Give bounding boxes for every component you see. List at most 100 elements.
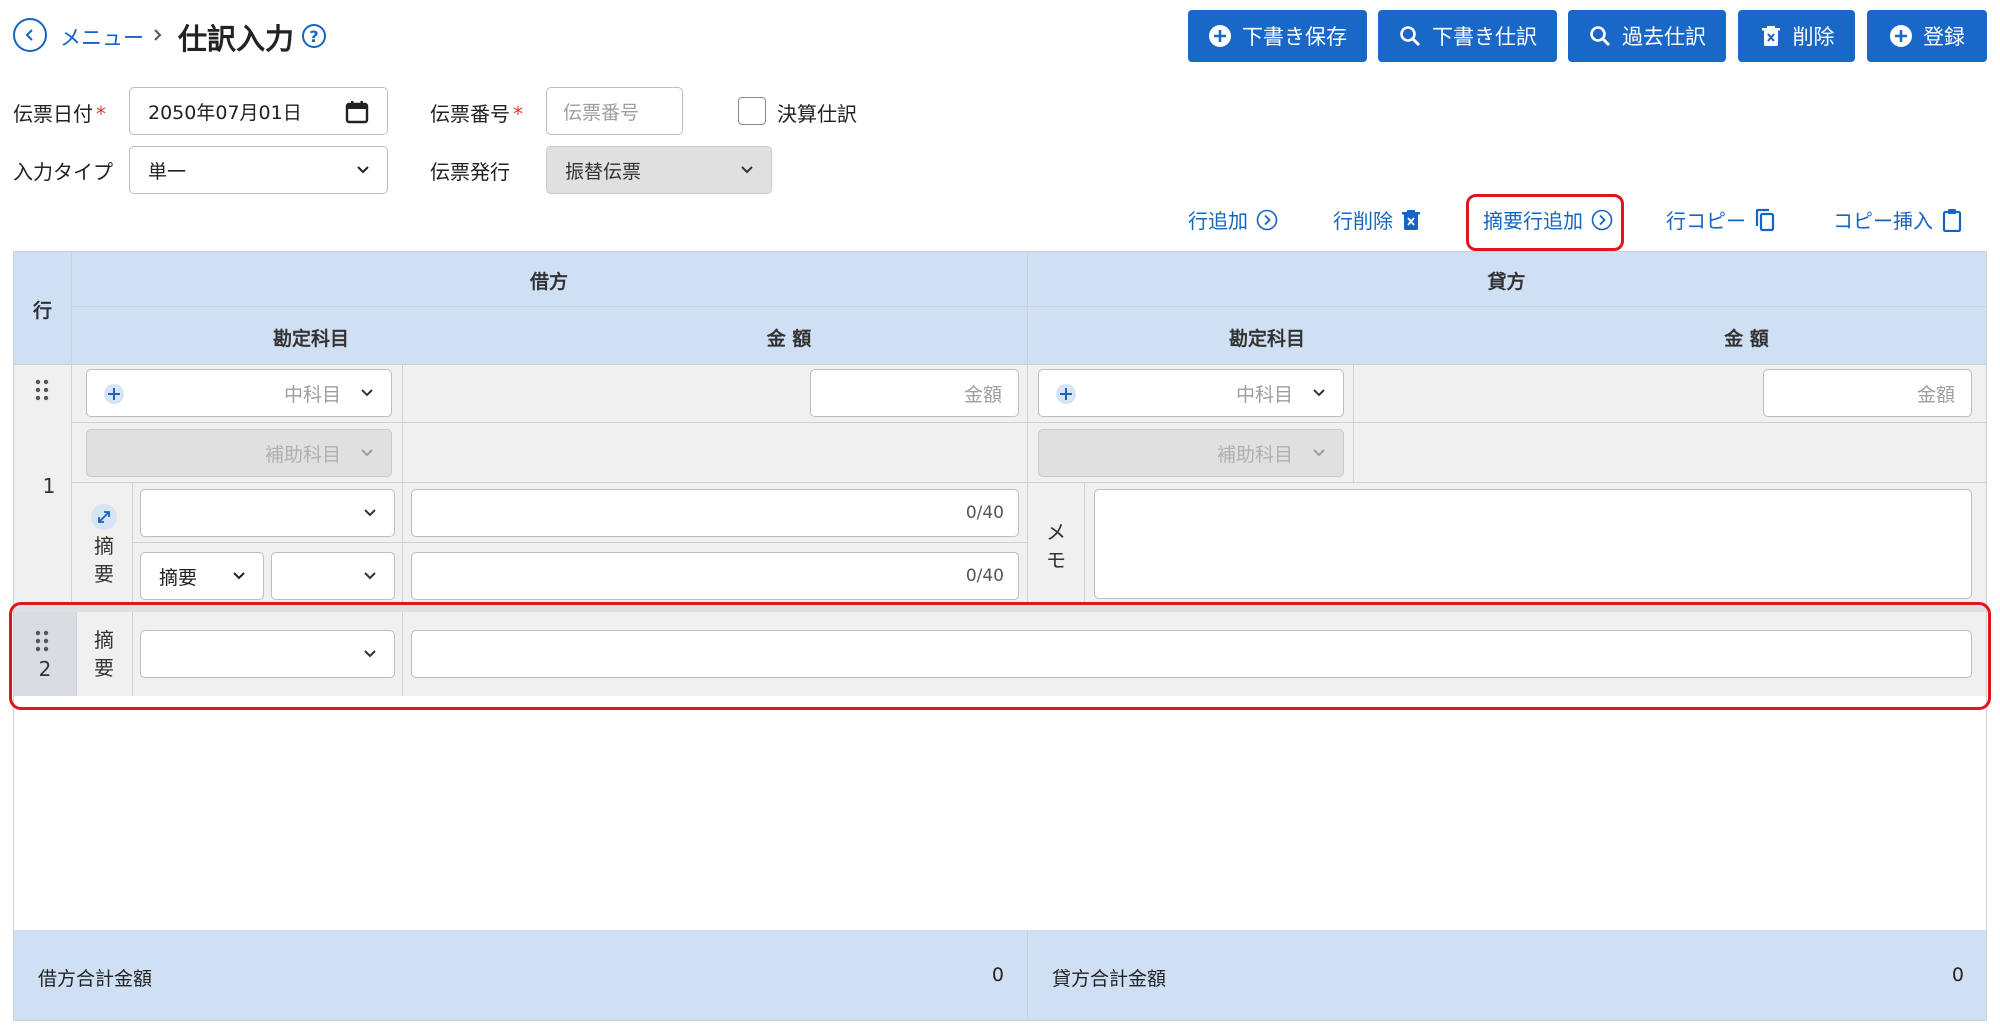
- breadcrumb-menu-link[interactable]: メニュー: [60, 22, 144, 52]
- debit-sub-account-select: 補助科目: [86, 429, 392, 477]
- closing-checkbox[interactable]: [738, 97, 766, 125]
- debit-account-select[interactable]: 中科目: [86, 369, 392, 417]
- chevron-down-icon: [1313, 389, 1325, 397]
- date-value: 2050年07月01日: [148, 101, 302, 124]
- trash-icon: [1402, 209, 1420, 230]
- register-button[interactable]: 登録: [1867, 10, 1987, 62]
- copy-row-button[interactable]: 行コピー: [1666, 205, 1776, 234]
- row-number: 1: [42, 474, 56, 498]
- row-header: 行: [32, 300, 52, 322]
- delete-label: 削除: [1792, 25, 1835, 49]
- credit-account-select[interactable]: 中科目: [1038, 369, 1344, 417]
- clipboard-icon: [1942, 208, 1962, 232]
- draft-journal-button[interactable]: 下書き仕訳: [1378, 10, 1557, 62]
- drag-handle-icon[interactable]: [34, 379, 50, 401]
- past-journal-button[interactable]: 過去仕訳: [1568, 10, 1726, 62]
- breadcrumb-separator-icon: [154, 29, 162, 41]
- issue-value: 振替伝票: [565, 160, 642, 183]
- debit-account-header: 勘定科目: [272, 328, 349, 350]
- draft-save-label: 下書き保存: [1242, 25, 1347, 49]
- number-label: 伝票番号 *: [430, 102, 523, 126]
- register-label: 登録: [1923, 25, 1965, 49]
- help-icon[interactable]: ?: [302, 24, 326, 48]
- memo-textarea[interactable]: [1094, 489, 1972, 599]
- credit-header: 貸方: [1487, 271, 1526, 293]
- credit-amount-input[interactable]: 金額: [1763, 369, 1972, 417]
- credit-middle-account-placeholder: 中科目: [1235, 383, 1293, 406]
- trash-icon: [1761, 26, 1780, 46]
- summary-text-input-1[interactable]: 0/40: [411, 489, 1019, 537]
- draft-save-button[interactable]: 下書き保存: [1188, 10, 1367, 62]
- chevron-down-icon: [357, 166, 369, 174]
- delete-row-label: 行削除: [1333, 209, 1393, 233]
- chevron-left-icon: [25, 29, 33, 41]
- chevron-down-icon: [1313, 449, 1325, 457]
- chevron-down-icon: [233, 572, 245, 580]
- summary-type-select[interactable]: 摘要: [140, 552, 264, 600]
- credit-account-header: 勘定科目: [1228, 328, 1305, 350]
- debit-amount-placeholder: 金額: [963, 383, 1002, 406]
- chevron-down-icon: [741, 166, 753, 174]
- debit-header: 借方: [529, 271, 568, 293]
- chevron-down-icon: [364, 572, 376, 580]
- search-icon: [1590, 26, 1611, 47]
- plus-circle-icon: [1209, 25, 1231, 47]
- delete-row-button[interactable]: 行削除: [1333, 205, 1421, 234]
- issue-label: 伝票発行: [430, 160, 510, 184]
- summary-label: 摘要: [94, 534, 114, 586]
- credit-amount-header: 金 額: [1724, 328, 1769, 350]
- debit-total-value: 0: [991, 964, 1004, 986]
- summary-select-1[interactable]: [140, 489, 395, 537]
- credit-total-value: 0: [1951, 964, 1964, 986]
- input-type-value: 単一: [148, 160, 187, 183]
- plus-icon[interactable]: [1055, 383, 1077, 405]
- debit-amount-input[interactable]: 金額: [810, 369, 1019, 417]
- chevron-down-icon: [361, 449, 373, 457]
- add-row-button[interactable]: 行追加: [1188, 205, 1278, 234]
- credit-total-label: 貸方合計金額: [1052, 968, 1167, 990]
- add-summary-row-label: 摘要行追加: [1483, 209, 1583, 233]
- page-title: 仕訳入力: [178, 22, 295, 56]
- date-label: 伝票日付 *: [13, 102, 106, 126]
- copy-row-label: 行コピー: [1666, 209, 1746, 233]
- chevron-down-icon: [361, 389, 373, 397]
- debit-amount-header: 金 額: [766, 328, 812, 350]
- past-journal-label: 過去仕訳: [1622, 25, 1706, 49]
- input-type-label: 入力タイプ: [13, 160, 113, 184]
- memo-label: メモ: [1046, 520, 1066, 572]
- circle-chevron-right-icon: [1256, 209, 1278, 230]
- closing-label: 決算仕訳: [777, 102, 857, 126]
- number-placeholder: 伝票番号: [563, 101, 640, 124]
- copy-insert-label: コピー挿入: [1833, 209, 1933, 233]
- credit-sub-account-placeholder: 補助科目: [1216, 443, 1293, 466]
- credit-amount-placeholder: 金額: [1916, 383, 1955, 406]
- expand-icon[interactable]: [91, 504, 117, 530]
- credit-sub-account-select: 補助科目: [1038, 429, 1344, 477]
- summary-text-input-2[interactable]: 0/40: [411, 552, 1019, 600]
- plus-icon[interactable]: [103, 383, 125, 405]
- copy-icon: [1755, 208, 1775, 231]
- circle-chevron-right-icon: [1591, 209, 1613, 230]
- draft-journal-label: 下書き仕訳: [1432, 25, 1537, 49]
- char-counter: 0/40: [965, 566, 1004, 586]
- debit-sub-account-placeholder: 補助科目: [264, 443, 341, 466]
- search-icon: [1400, 26, 1421, 47]
- plus-circle-icon: [1890, 25, 1912, 47]
- char-counter: 0/40: [965, 503, 1004, 523]
- summary-row-highlight: [9, 602, 1991, 710]
- summary-type-value: 摘要: [159, 566, 198, 589]
- debit-total-label: 借方合計金額: [38, 968, 153, 990]
- add-row-label: 行追加: [1188, 209, 1248, 233]
- date-input[interactable]: 2050年07月01日: [129, 87, 388, 135]
- debit-middle-account-placeholder: 中科目: [283, 383, 341, 406]
- back-button[interactable]: [13, 18, 47, 52]
- copy-insert-button[interactable]: コピー挿入: [1833, 205, 1963, 234]
- calendar-icon[interactable]: [345, 100, 369, 124]
- add-summary-row-button[interactable]: 摘要行追加: [1483, 205, 1613, 234]
- number-input[interactable]: 伝票番号: [546, 87, 683, 135]
- chevron-down-icon: [364, 509, 376, 517]
- issue-select: 振替伝票: [546, 146, 772, 194]
- summary-select-2[interactable]: [271, 552, 395, 600]
- input-type-select[interactable]: 単一: [129, 146, 388, 194]
- delete-button[interactable]: 削除: [1738, 10, 1855, 62]
